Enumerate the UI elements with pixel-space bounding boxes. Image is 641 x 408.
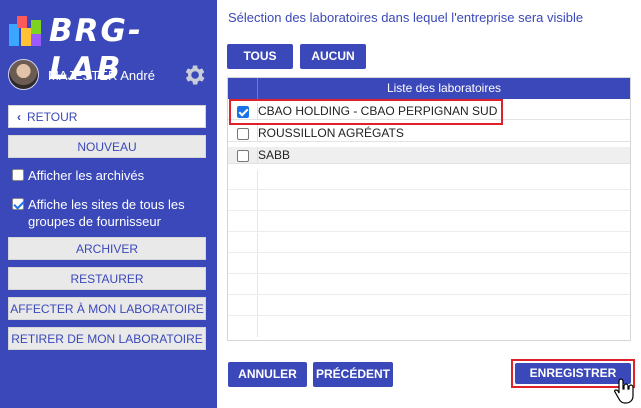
show-all-sites-label-line2: groupes de fournisseur [28,214,161,229]
select-all-button[interactable]: TOUS [227,44,293,69]
lab-name: CBAO HOLDING - CBAO PERPIGNAN SUD [258,104,498,118]
sidebar: BRG-LAB MAJESTER André ‹ RETOUR NOUVEAU A… [0,0,217,408]
row-check-cell [228,103,258,120]
user-panel: MAJESTER André [8,59,213,91]
show-archived-label: Afficher les archivés [28,168,145,183]
empty-row [228,254,630,274]
empty-row [228,317,630,337]
column-header-labs: Liste des laboratoires [386,81,502,95]
archive-button[interactable]: ARCHIVER [8,237,206,260]
logo: BRG-LAB [7,10,212,87]
avatar[interactable] [8,59,39,90]
lab-name: ROUSSILLON AGRÉGATS [258,126,404,140]
new-button[interactable]: NOUVEAU [8,135,206,158]
row-checkbox[interactable] [237,128,249,140]
empty-row [228,296,630,316]
restore-button[interactable]: RESTAURER [8,267,206,290]
back-label: RETOUR [27,110,78,124]
page-title: Sélection des laboratoires dans lequel l… [228,10,584,25]
show-all-sites-label-line1: Affiche les sites de tous les [28,197,185,212]
table-header: Liste des laboratoires [228,78,630,99]
header-corner [228,78,258,99]
table-row[interactable]: ROUSSILLON AGRÉGATS [228,125,630,142]
cancel-button[interactable]: ANNULER [228,362,307,387]
assign-to-my-lab-button[interactable]: AFFECTER À MON LABORATOIRE [8,297,206,320]
row-check-cell [228,125,258,142]
empty-row [228,212,630,232]
lab-name: SABB [258,148,291,162]
empty-row [228,191,630,211]
row-checkbox[interactable] [237,150,249,162]
table-row[interactable]: CBAO HOLDING - CBAO PERPIGNAN SUD [228,103,630,120]
gear-icon[interactable] [181,62,207,88]
show-all-sites-checkbox[interactable] [12,198,24,210]
chevron-left-icon: ‹ [17,110,21,124]
table-row[interactable]: SABB [228,147,630,164]
row-checkbox[interactable] [237,106,249,118]
empty-row [228,275,630,295]
back-button[interactable]: ‹ RETOUR [8,105,206,128]
empty-row [228,233,630,253]
labs-table: Liste des laboratoires CBAO HOLDING - CB… [227,77,631,341]
logo-icon [9,16,41,46]
hand-pointer-icon [614,378,634,404]
empty-row [228,170,630,190]
remove-from-my-lab-button[interactable]: RETIRER DE MON LABORATOIRE [8,327,206,350]
user-name: MAJESTER André [48,68,155,83]
show-archived-checkbox[interactable] [12,169,24,181]
previous-button[interactable]: PRÉCÉDENT [313,362,393,387]
select-none-button[interactable]: AUCUN [300,44,366,69]
row-check-cell [228,147,258,164]
